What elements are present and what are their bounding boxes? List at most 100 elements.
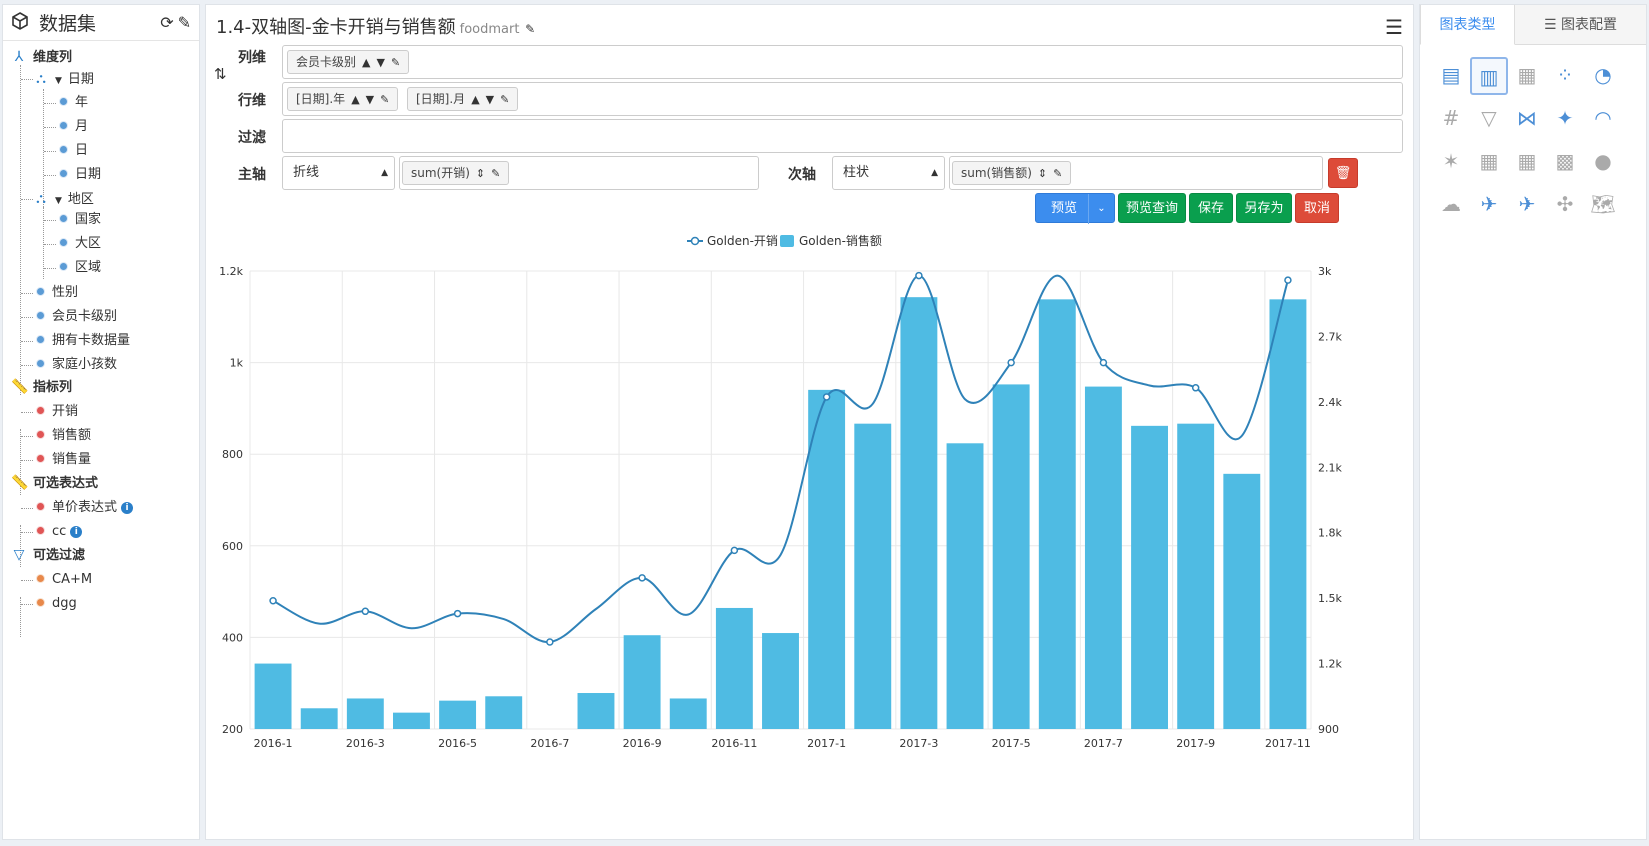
row-pill-year[interactable]: [日期].年 ▲ ▼ ✎ [287, 87, 399, 111]
tree-node-filter-dgg[interactable]: dgg [37, 594, 77, 614]
save-as-button[interactable]: 另存为 [1236, 193, 1292, 223]
filter-icon: ▼ [485, 93, 495, 106]
y-right-tick-label: 3k [1318, 265, 1332, 278]
column-drop-zone[interactable]: 会员卡级别 ▲ ▼ ✎ [282, 45, 1403, 79]
tree-node-sales-qty[interactable]: 销售量 [37, 450, 91, 470]
tree-node-price-expr[interactable]: 单价表达式 i [37, 498, 134, 518]
bar [1177, 423, 1215, 729]
tree-node-filter-cam[interactable]: CA+M [37, 570, 92, 590]
save-button[interactable]: 保存 [1189, 193, 1233, 223]
hierarchy-icon: ⛬ [36, 71, 46, 87]
dual-axis-chart: 200 400 600 800 1k 1.2k 900 1.2k 1.5k 1.8k 2.1k 2.4… [219, 233, 1342, 750]
bar [669, 698, 707, 729]
second-measure-pill[interactable]: sum(销售额) ⇕ ✎ [952, 161, 1072, 185]
calendar-icon[interactable]: ▦ [1508, 143, 1546, 181]
x-tick-label: 2017-1 [807, 737, 846, 750]
legend[interactable]: Golden-开销 Golden-销售额 [687, 233, 882, 248]
kpi-number-icon[interactable]: # [1432, 100, 1470, 138]
bar [854, 423, 892, 729]
tree-node-country[interactable]: 国家 [60, 210, 101, 230]
group-expressions[interactable]: 📏 可选表达式 [11, 473, 98, 493]
bar-chart-icon[interactable]: ▥ [1470, 57, 1508, 95]
axis-row: 主轴 折线 ▲ sum(开销) ⇕ ✎ 次轴 柱状 ▲ sum(销售额) ⇕ ✎ 🗑 [216, 156, 1403, 190]
scatter-icon[interactable]: ⁘ [1546, 57, 1584, 95]
tab-chart-config[interactable]: ☰ 图表配置 [1515, 5, 1646, 45]
parallel-icon[interactable]: ✶ [1432, 143, 1470, 181]
y-right-tick-label: 1.2k [1318, 658, 1342, 671]
gauge-icon[interactable]: ◠ [1584, 100, 1622, 138]
tree-node-area[interactable]: 大区 [60, 234, 101, 254]
second-axis-type-select[interactable]: 柱状 ▲ [832, 156, 945, 190]
sankey-icon[interactable]: ⋈ [1508, 100, 1546, 138]
chart-editor: 1.4-双轴图-金卡开销与销售额 foodmart ✎ ☰ ⇅ 列维 会员卡级别 ▲… [205, 4, 1414, 840]
tree-node-date-field[interactable]: 日期 [60, 165, 101, 185]
bar [946, 443, 984, 729]
group-filters[interactable]: ▽ 可选过滤 [11, 545, 85, 565]
world-map-icon[interactable]: 🗺 [1584, 186, 1622, 224]
funnel-icon[interactable]: ▽ [1470, 100, 1508, 138]
tab-chart-types[interactable]: 图表类型 [1420, 5, 1515, 45]
cancel-button[interactable]: 取消 [1295, 193, 1339, 223]
chevron-down-icon[interactable]: ⌄ [1088, 194, 1114, 224]
hierarchy-icon: ⛬ [36, 191, 46, 207]
tree-node-day[interactable]: 日 [60, 141, 88, 161]
liquid-icon[interactable]: ● [1584, 143, 1622, 181]
stacked-bar-icon[interactable]: ▦ [1508, 57, 1546, 95]
tree-node-year[interactable]: 年 [60, 93, 88, 113]
column-pill[interactable]: 会员卡级别 ▲ ▼ ✎ [287, 50, 410, 74]
china-map-icon[interactable]: ✈ [1470, 186, 1508, 224]
main-axis-type-select[interactable]: 折线 ▲ [282, 156, 395, 190]
tree-node-card-level[interactable]: 会员卡级别 [37, 307, 117, 327]
preview-button[interactable]: 预览 ⌄ [1035, 193, 1115, 224]
tree-node-month[interactable]: 月 [60, 117, 88, 137]
line-point [361, 607, 370, 616]
main-measure-pill[interactable]: sum(开销) ⇕ ✎ [402, 161, 510, 185]
second-axis-label: 次轴 [788, 167, 816, 183]
edit-icon: ✎ [1053, 167, 1063, 180]
tree-node-zone[interactable]: 区域 [60, 258, 101, 278]
tree-node-date[interactable]: ⛬ ▼ 日期 [33, 69, 94, 89]
second-axis-measure-zone[interactable]: sum(销售额) ⇕ ✎ [949, 156, 1323, 190]
table-chart-icon[interactable]: ▤ [1432, 57, 1470, 95]
radar-icon[interactable]: ✦ [1546, 100, 1584, 138]
filter-drop-zone[interactable] [282, 119, 1403, 153]
tree-node-kids[interactable]: 家庭小孩数 [37, 355, 117, 375]
heatmap-icon[interactable]: ▦ [1470, 143, 1508, 181]
map-icon[interactable]: ☁ [1432, 186, 1470, 224]
tree-node-cost[interactable]: 开销 [37, 402, 78, 422]
tree-node-cards[interactable]: 拥有卡数据量 [37, 331, 130, 351]
preview-query-button[interactable]: 预览查询 [1118, 193, 1186, 223]
pie-chart-icon[interactable]: ◔ [1584, 57, 1622, 95]
sort-icon: ⇕ [1037, 167, 1048, 180]
dataset-name: foodmart [459, 22, 520, 37]
y-right-tick-label: 900 [1318, 723, 1339, 736]
main-axis-measure-zone[interactable]: sum(开销) ⇕ ✎ [399, 156, 759, 190]
refresh-icon[interactable]: ⟳ [160, 13, 173, 32]
legend-line-marker [690, 236, 700, 246]
tree-node-sales-amount[interactable]: 销售额 [37, 426, 91, 446]
group-measures[interactable]: 📏 指标列 [11, 377, 72, 397]
bar [1131, 425, 1168, 729]
tree-node-gender[interactable]: 性别 [37, 283, 78, 303]
y-right-tick-label: 1.8k [1318, 527, 1342, 540]
caret-down-icon[interactable]: ▼ [55, 76, 62, 86]
group-dimensions[interactable]: ⅄ 维度列 [11, 47, 72, 67]
hamburger-menu-icon[interactable]: ☰ [1385, 15, 1403, 39]
tree-node-region[interactable]: ⛬ ▼ 地区 [33, 189, 94, 209]
info-icon[interactable]: i [121, 501, 134, 514]
bar [900, 297, 938, 729]
bar [1269, 299, 1307, 729]
edit-icon: ✎ [380, 93, 390, 106]
delete-button[interactable]: 🗑 [1328, 158, 1358, 188]
china-map-bar-icon[interactable]: ✈ [1508, 186, 1546, 224]
tree-node-cc[interactable]: cc i [37, 522, 83, 542]
info-icon[interactable]: i [70, 525, 83, 538]
row-pill-month[interactable]: [日期].月 ▲ ▼ ✎ [407, 87, 519, 111]
caret-down-icon[interactable]: ▼ [55, 196, 62, 206]
edit-icon[interactable]: ✎ [178, 13, 191, 32]
edit-icon[interactable]: ✎ [525, 22, 535, 36]
relation-icon[interactable]: ✣ [1546, 186, 1584, 224]
treemap-icon[interactable]: ▩ [1546, 143, 1584, 181]
chart-settings-panel: 图表类型 ☰ 图表配置 ▤ ▥ ▦ ⁘ ◔ # ▽ ⋈ ✦ ◠ ✶ ▦ ▦ ▩ ● ☁ ✈ ✈ ✣ 🗺 [1419, 4, 1647, 840]
row-drop-zone[interactable]: [日期].年 ▲ ▼ ✎ [日期].月 ▲ ▼ ✎ [282, 82, 1403, 116]
